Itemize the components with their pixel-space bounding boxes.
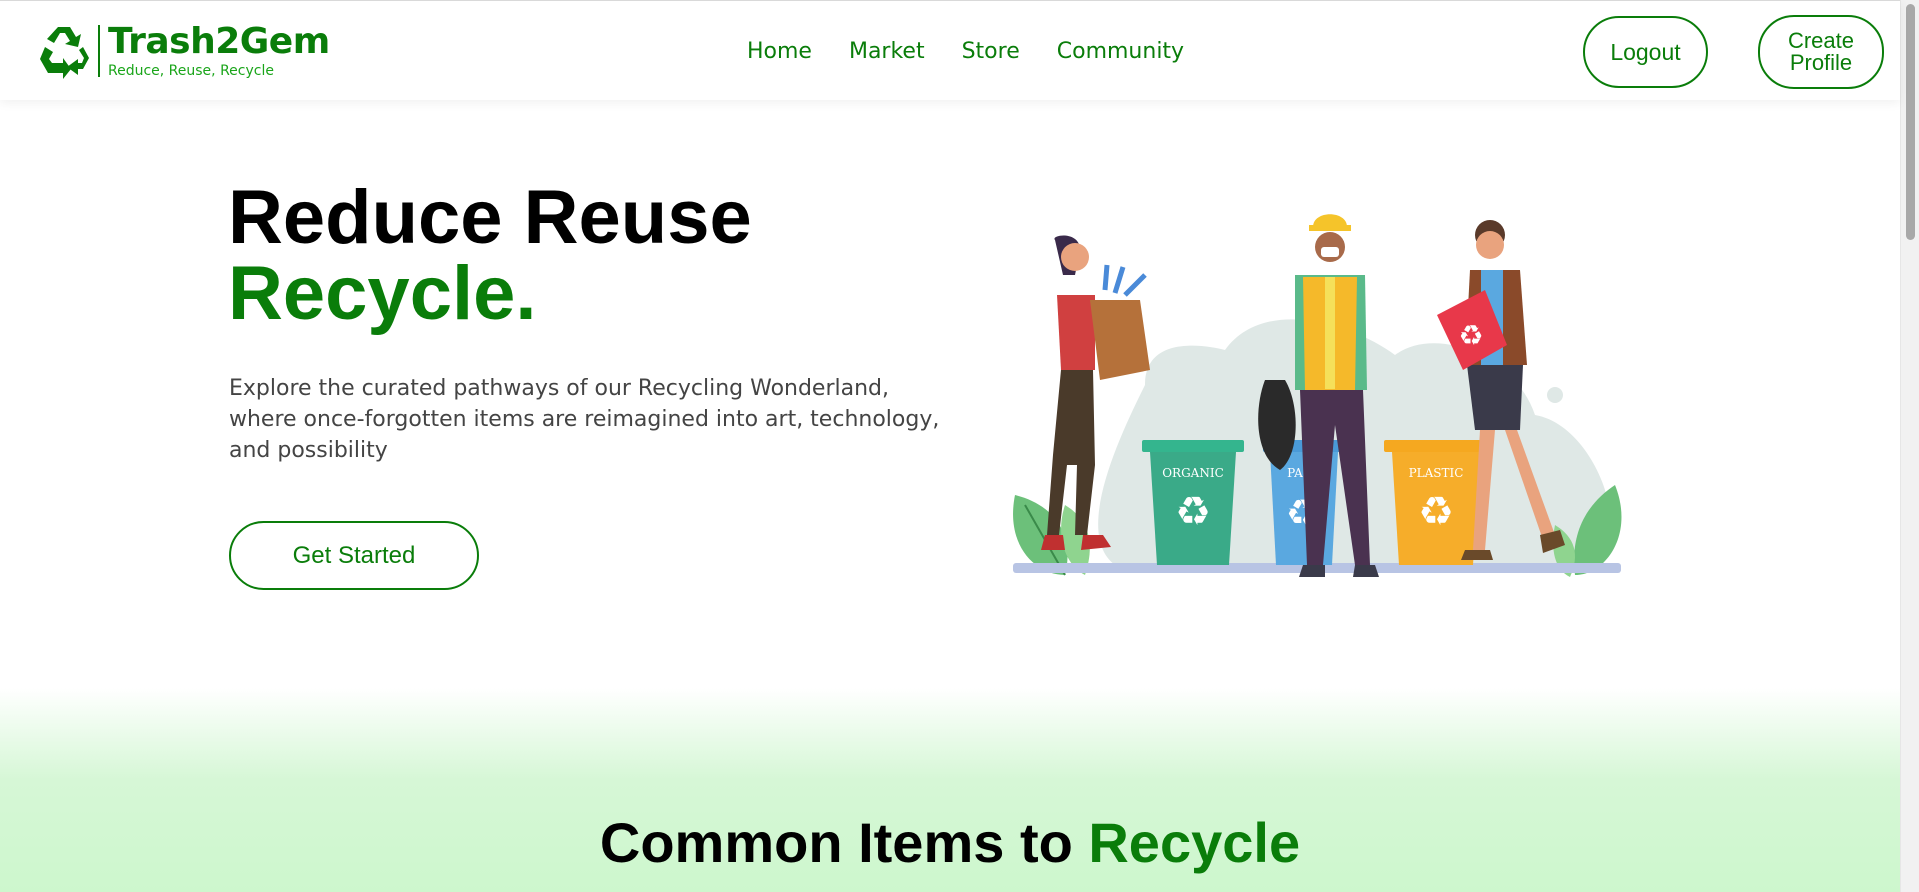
logo-text: Trash2Gem Reduce, Reuse, Recycle [108, 21, 330, 80]
svg-text:♻: ♻ [1458, 320, 1483, 351]
page-scrollbar[interactable] [1900, 0, 1919, 892]
nav-store[interactable]: Store [962, 39, 1020, 64]
recycling-people-illustration: ORGANIC ♻ PA ♻ PLASTIC ♻ ♻ [1013, 214, 1622, 577]
get-started-button[interactable]: Get Started [229, 521, 479, 590]
bin-paper-label: PA [1287, 466, 1303, 480]
section-title-accent: Recycle [1088, 811, 1301, 874]
hero-title-line1: Reduce Reuse [228, 175, 752, 260]
create-profile-button[interactable]: Create Profile [1758, 15, 1884, 89]
nav-home[interactable]: Home [747, 39, 812, 64]
brand-tagline: Reduce, Reuse, Recycle [108, 63, 274, 79]
hero-title-line2: Recycle. [228, 251, 537, 336]
navbar: Trash2Gem Reduce, Reuse, Recycle Home Ma… [0, 0, 1900, 100]
hero-description: Explore the curated pathways of our Recy… [229, 376, 940, 463]
brand-title: Trash2Gem [108, 21, 330, 62]
section-title: Common Items to Recycle [0, 810, 1900, 875]
svg-text:♻: ♻ [1418, 490, 1454, 534]
bin-organic: ORGANIC ♻ [1142, 440, 1244, 565]
recycle-icon [40, 27, 89, 79]
logout-button[interactable]: Logout [1583, 16, 1708, 88]
svg-text:♻: ♻ [1175, 490, 1211, 534]
main-nav: Home Market Store Community [747, 39, 1184, 64]
logo-divider [98, 25, 100, 77]
brand-logo[interactable]: Trash2Gem Reduce, Reuse, Recycle [36, 23, 330, 79]
section-title-prefix: Common Items to [599, 811, 1089, 874]
nav-market[interactable]: Market [849, 39, 925, 64]
bin-plastic-label: PLASTIC [1409, 466, 1464, 480]
bin-organic-label: ORGANIC [1162, 466, 1224, 480]
nav-community[interactable]: Community [1057, 39, 1184, 64]
scrollbar-thumb[interactable] [1906, 4, 1915, 240]
bin-plastic: PLASTIC ♻ [1384, 440, 1488, 565]
hero-title: Reduce Reuse Recycle. [228, 180, 752, 332]
